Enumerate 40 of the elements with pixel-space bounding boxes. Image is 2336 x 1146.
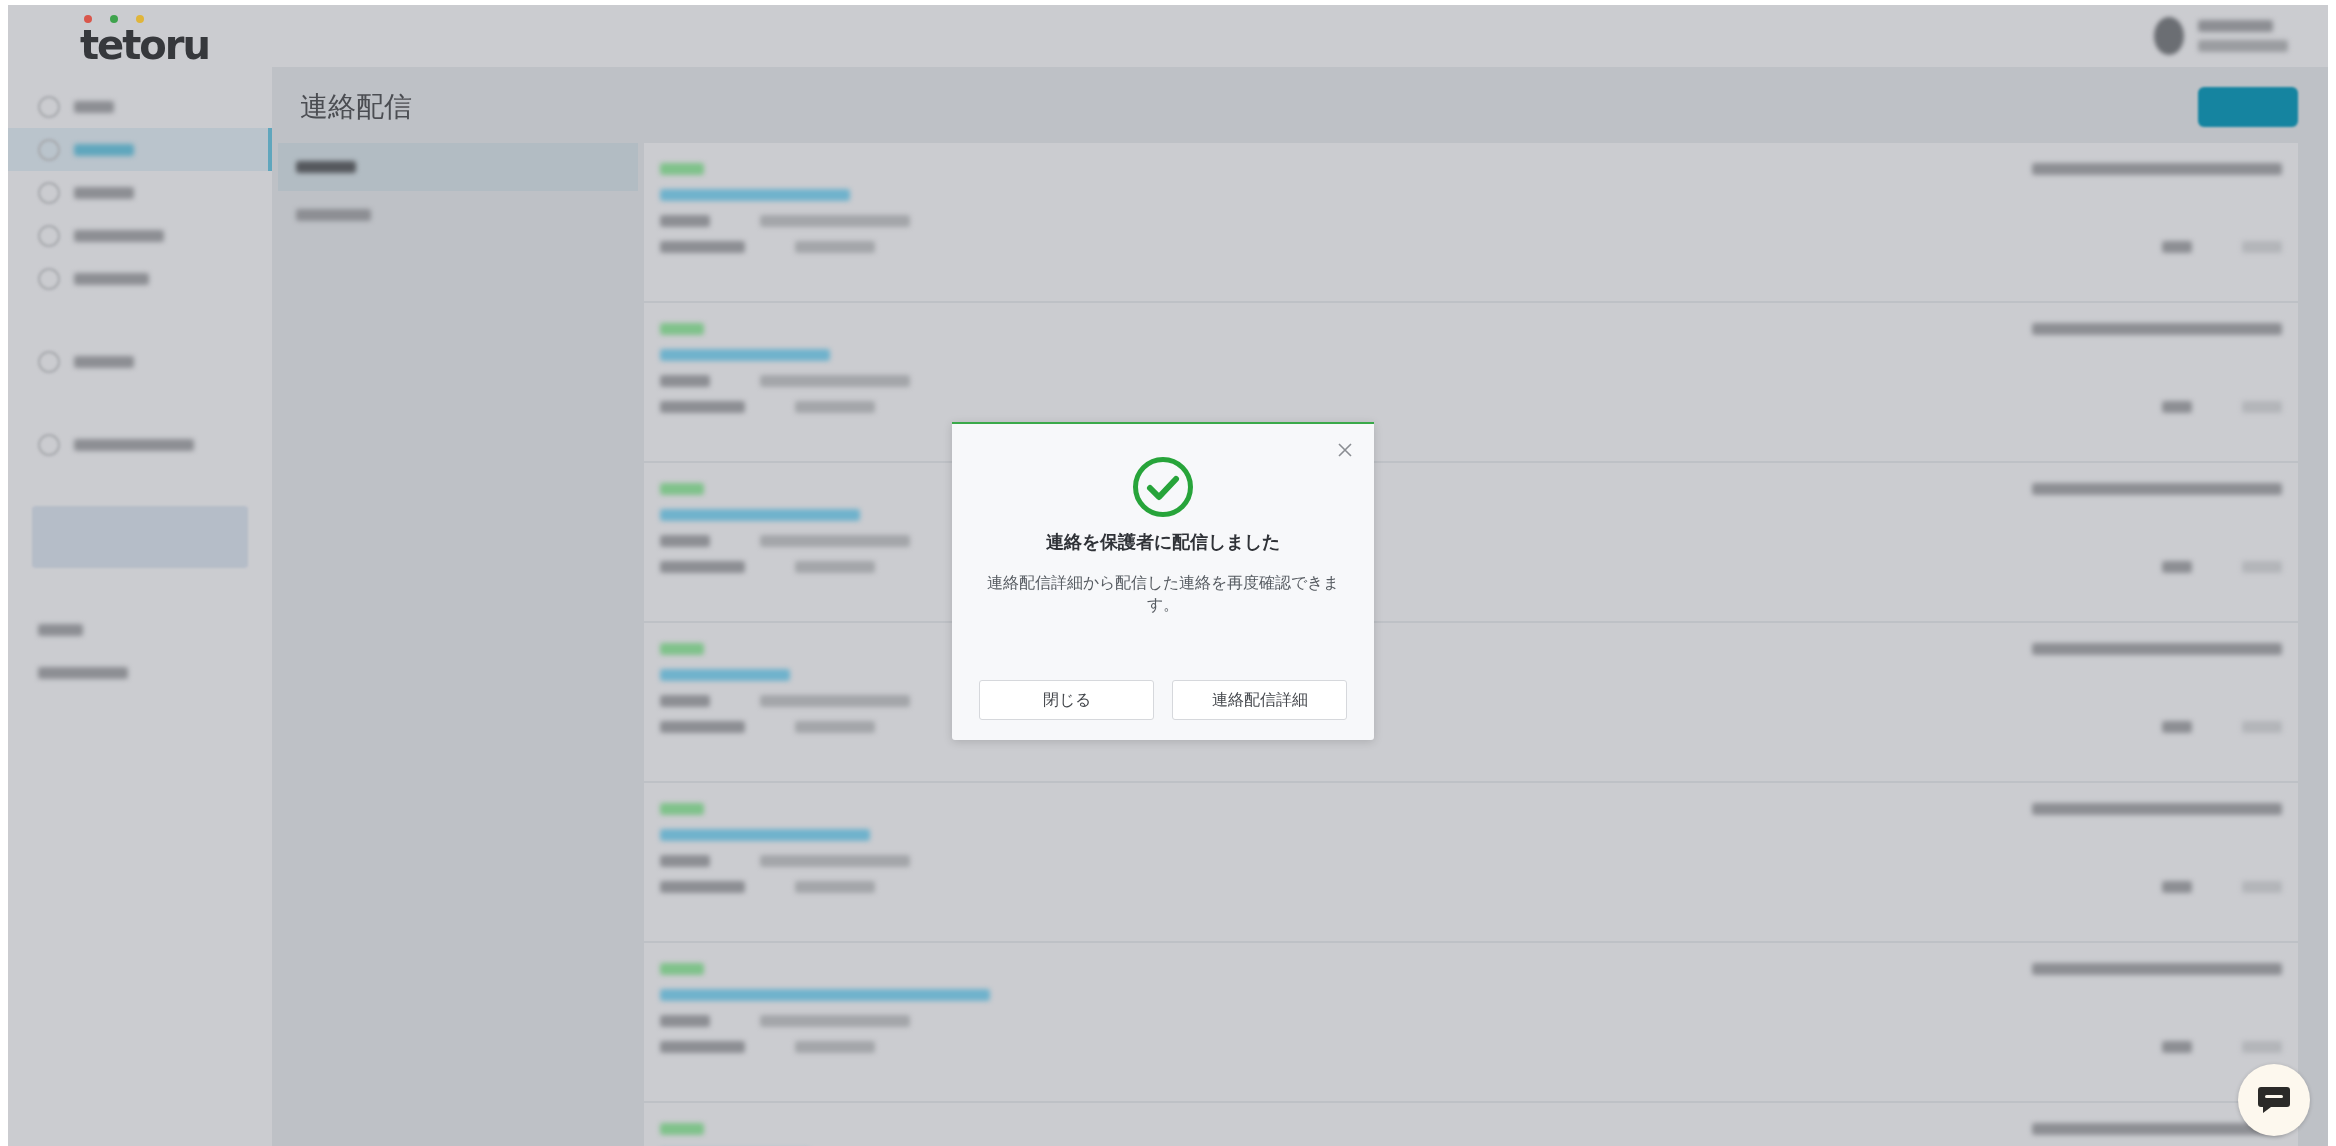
blurred-text bbox=[660, 695, 710, 707]
avatar-icon[interactable] bbox=[2154, 17, 2184, 55]
dialog-message: 連絡配信詳細から配信した連絡を再度確認できます。 bbox=[986, 573, 1340, 616]
blurred-text bbox=[660, 963, 704, 975]
check-circle-icon bbox=[1132, 456, 1194, 518]
subnav-item-highlight[interactable] bbox=[278, 143, 638, 191]
blurred-text bbox=[2162, 561, 2192, 573]
dialog-title: 連絡を保護者に配信しました bbox=[1046, 530, 1280, 554]
detail-button[interactable]: 連絡配信詳細 bbox=[1172, 680, 1347, 720]
close-button[interactable]: 閉じる bbox=[979, 680, 1154, 720]
blurred-text bbox=[74, 186, 134, 199]
blurred-text bbox=[660, 1015, 710, 1027]
message-card[interactable] bbox=[644, 303, 2298, 461]
blurred-text bbox=[296, 161, 356, 173]
blurred-text bbox=[660, 323, 704, 335]
blurred-text bbox=[660, 643, 704, 655]
message-card[interactable] bbox=[644, 143, 2298, 301]
page-title: 連絡配信 bbox=[300, 89, 412, 125]
blurred-text bbox=[2162, 881, 2192, 893]
message-card[interactable] bbox=[644, 783, 2298, 941]
chat-bubble-icon bbox=[2257, 1085, 2291, 1115]
blurred-text bbox=[660, 855, 710, 867]
blurred-text bbox=[660, 215, 710, 227]
logo[interactable]: tetoru bbox=[80, 15, 272, 67]
blurred-text bbox=[2162, 241, 2192, 253]
blurred-text bbox=[660, 535, 710, 547]
blurred-text bbox=[2162, 721, 2192, 733]
blurred-text bbox=[74, 100, 114, 113]
blurred-text bbox=[660, 1123, 704, 1135]
blurred-text bbox=[660, 483, 704, 495]
blurred-text bbox=[74, 143, 134, 156]
blurred-text bbox=[2162, 1041, 2192, 1053]
blurred-text bbox=[660, 375, 710, 387]
blurred-text bbox=[2162, 401, 2192, 413]
blurred-text bbox=[660, 163, 704, 175]
blurred-text bbox=[660, 803, 704, 815]
blurred-text bbox=[38, 623, 83, 636]
blurred-text bbox=[74, 355, 134, 368]
sidebar-item-highlight[interactable] bbox=[8, 128, 272, 171]
new-message-button[interactable] bbox=[2198, 87, 2298, 127]
